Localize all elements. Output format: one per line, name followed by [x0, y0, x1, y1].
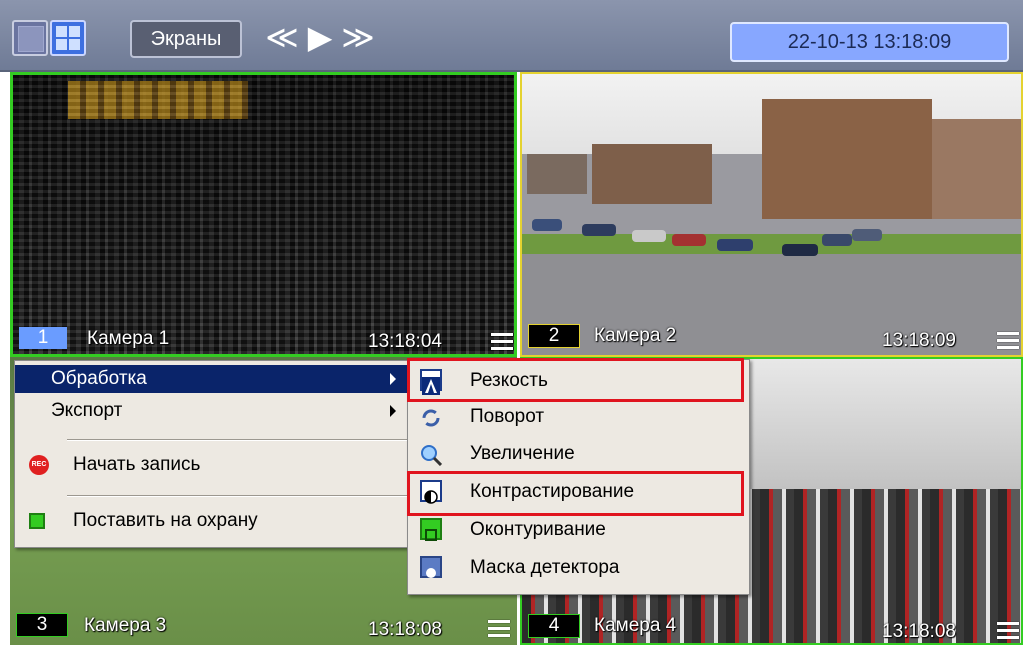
- zoom-icon: [420, 442, 443, 467]
- highlight-frame-contrast: [407, 471, 744, 516]
- camera-time: 13:18:09: [882, 330, 956, 351]
- menu-icon[interactable]: [491, 333, 513, 350]
- submenu-arrow-icon: [390, 405, 396, 417]
- menu-item-export[interactable]: Экспорт: [15, 397, 410, 425]
- camera-number: 3: [16, 613, 68, 637]
- submenu-item-outline[interactable]: Оконтуривание: [408, 511, 749, 548]
- menu-item-label: Начать запись: [73, 454, 201, 475]
- play-icon[interactable]: ▶: [302, 20, 338, 54]
- menu-item-label: Экспорт: [51, 400, 123, 421]
- rotate-icon: [420, 405, 442, 427]
- highlight-frame-sharpness: [407, 358, 744, 402]
- camera-name: Камера 3: [84, 615, 167, 636]
- camera-image: [762, 99, 932, 219]
- toolbar: Экраны ≪ ▶ ≫ 22-10-13 13:18:09: [0, 0, 1023, 72]
- camera-name: Камера 4: [594, 615, 677, 636]
- prev-icon[interactable]: ≪: [262, 20, 302, 54]
- camera-number: 2: [528, 324, 580, 348]
- submenu-item-zoom[interactable]: Увеличение: [408, 435, 749, 472]
- menu-icon[interactable]: [488, 620, 510, 637]
- menu-icon[interactable]: [997, 622, 1019, 639]
- submenu-item-rotate[interactable]: Поворот: [408, 398, 749, 435]
- submenu-item-label: Оконтуривание: [470, 519, 606, 540]
- menu-item-processing[interactable]: Обработка: [15, 365, 410, 393]
- menu-item-start-recording[interactable]: REC Начать запись: [15, 451, 410, 479]
- submenu-item-label: Поворот: [470, 406, 545, 427]
- rec-icon: REC: [29, 455, 49, 475]
- arm-icon: [29, 513, 45, 529]
- camera-name: Камера 1: [87, 328, 170, 349]
- camera-name: Камера 2: [594, 325, 677, 346]
- camera-time: 13:18:04: [368, 331, 442, 352]
- camera-time: 13:18:08: [368, 619, 442, 640]
- submenu-item-label: Увеличение: [470, 443, 575, 464]
- context-menu: Обработка Экспорт REC Начать запись Пост…: [14, 360, 411, 548]
- camera-number: 4: [528, 614, 580, 638]
- detector-mask-icon: [420, 556, 442, 578]
- screens-button[interactable]: Экраны: [130, 20, 242, 58]
- menu-item-label: Поставить на охрану: [73, 510, 258, 531]
- camera-view-1[interactable]: 1 Камера 1 13:18:04: [10, 72, 517, 357]
- submenu-arrow-icon: [390, 373, 396, 385]
- menu-icon[interactable]: [997, 332, 1019, 349]
- menu-item-arm[interactable]: Поставить на охрану: [15, 507, 410, 535]
- submenu-item-detector-mask[interactable]: Маска детектора: [408, 549, 749, 586]
- single-screen-icon[interactable]: [12, 20, 48, 56]
- next-icon[interactable]: ≫: [338, 20, 378, 54]
- grid-2x2-icon[interactable]: [50, 20, 86, 56]
- submenu-item-label: Маска детектора: [470, 557, 620, 578]
- outline-icon: [420, 518, 442, 541]
- camera-time: 13:18:08: [882, 621, 956, 642]
- camera-view-2[interactable]: 2 Камера 2 13:18:09: [520, 72, 1023, 357]
- camera-number: 1: [19, 327, 67, 349]
- menu-item-label: Обработка: [51, 368, 147, 389]
- datetime-display: 22-10-13 13:18:09: [730, 22, 1009, 62]
